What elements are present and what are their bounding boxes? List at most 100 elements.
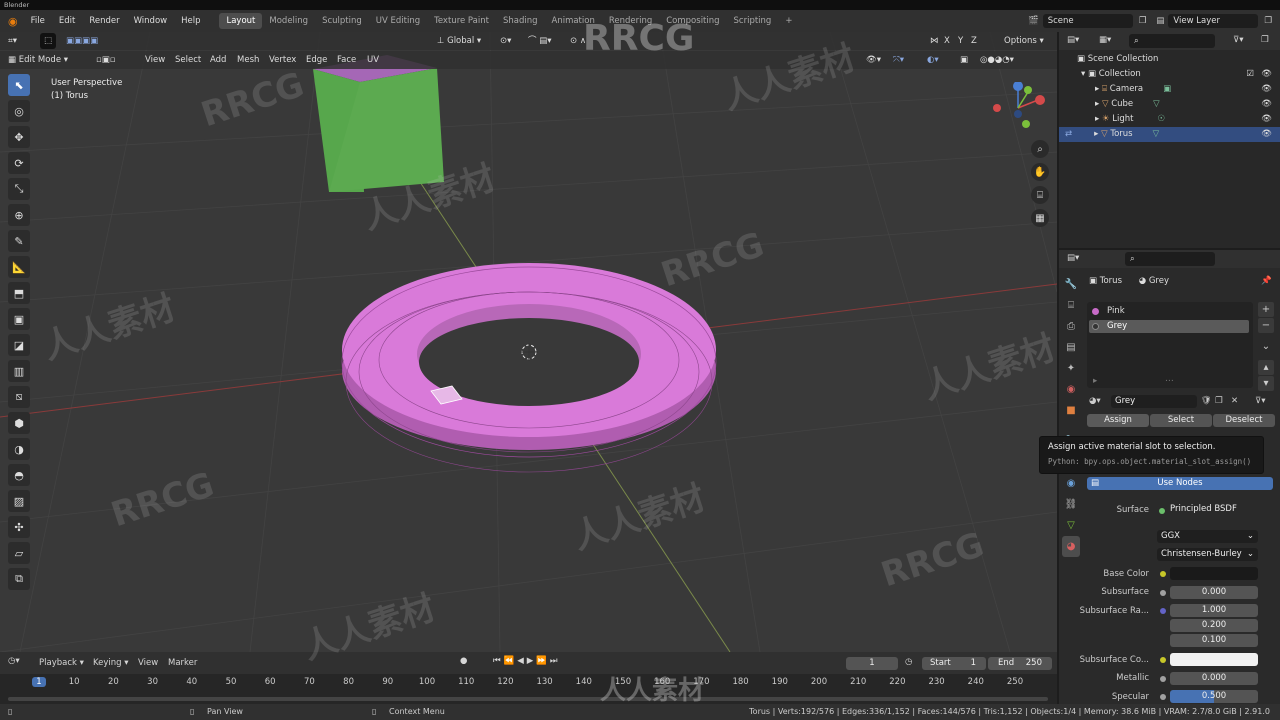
distribution-dropdown[interactable]: GGX ⌄ (1157, 530, 1258, 543)
assign-button[interactable]: Assign (1087, 414, 1149, 427)
scene-icon[interactable]: 🎬 (1024, 16, 1043, 26)
outliner-collection[interactable]: ▾ ▣ Collection ☑ 👁 (1059, 67, 1280, 82)
menu-window[interactable]: Window (127, 16, 175, 26)
metallic-field[interactable]: 0.000 (1170, 672, 1258, 685)
outliner-editor-icon[interactable]: ▤▾ (1067, 35, 1079, 45)
menu-render[interactable]: Render (82, 16, 126, 26)
outliner-scene-collection[interactable]: ▣ Scene Collection (1059, 52, 1280, 67)
shading-modes-icon[interactable]: ◎●◕◔▾ (980, 52, 1014, 68)
outliner-item-cube[interactable]: ▸ ▽ Cube ▽ 👁 (1059, 97, 1280, 112)
add-slot-button[interactable]: + (1258, 302, 1274, 317)
current-frame-field[interactable]: 1 (846, 657, 898, 670)
tab-modeling[interactable]: Modeling (262, 13, 315, 29)
options-dropdown[interactable]: Options ▾ (1004, 33, 1044, 49)
timeline-area[interactable]: 1 10 20 30 40 50 60 70 80 90 100 110 120 130 140 150 160… (0, 674, 1057, 704)
select-button[interactable]: Select (1150, 414, 1212, 427)
marker-menu[interactable]: Marker (168, 658, 197, 668)
orientation-selector[interactable]: ⊥ Global ▾ (437, 33, 481, 49)
material-slots-list[interactable]: Pink Grey ⋯ ▸ (1087, 302, 1253, 388)
mirror-y-toggle[interactable]: Y (958, 33, 963, 49)
subsurface-field[interactable]: 0.000 (1170, 586, 1258, 599)
menu-add[interactable]: Add (210, 52, 226, 68)
remove-slot-button[interactable]: − (1258, 318, 1274, 333)
scale-tool-icon[interactable]: ⤡ (8, 178, 30, 200)
outliner-item-torus[interactable]: ⇄ ▸ ▽ Torus ▽ 👁 (1059, 127, 1280, 142)
mirror-icon[interactable]: ⋈ (930, 33, 939, 49)
render-tab-icon[interactable]: ⌸ (1062, 295, 1080, 316)
material-tab-icon[interactable]: ◕ (1062, 536, 1080, 557)
slot-pink[interactable]: Pink (1089, 305, 1249, 318)
torus-mesh-icon[interactable]: ▽ (1133, 129, 1160, 139)
tab-texture-paint[interactable]: Texture Paint (427, 13, 496, 29)
torus-object[interactable] (341, 263, 717, 473)
menu-help[interactable]: Help (174, 16, 207, 26)
surface-shader-field[interactable]: Principled BSDF (1167, 503, 1257, 516)
world-tab-icon[interactable]: ◉ (1062, 379, 1080, 400)
visibility-icon[interactable]: 👁▾ (866, 52, 881, 68)
add-workspace-button[interactable]: + (778, 13, 799, 29)
material-name-field[interactable]: Grey (1111, 395, 1197, 408)
view-layer-icon[interactable]: ▤ (1152, 16, 1168, 26)
start-frame-field[interactable]: Start 1 (922, 657, 986, 670)
knife-tool-icon[interactable]: ⧅ (8, 386, 30, 408)
poly-build-tool-icon[interactable]: ⬢ (8, 412, 30, 434)
edge-slide-tool-icon[interactable]: ▨ (8, 490, 30, 512)
shrink-tool-icon[interactable]: ✣ (8, 516, 30, 538)
navigation-gizmo[interactable] (988, 81, 1048, 132)
properties-search-input[interactable]: ⌕ (1125, 252, 1215, 266)
specular-field[interactable]: 0.500 (1170, 690, 1258, 703)
slot-specials-icon[interactable]: ⌄ (1258, 339, 1274, 354)
scene-tab-icon[interactable]: ✦ (1062, 358, 1080, 379)
pan-hand-icon[interactable]: ✋ (1031, 163, 1049, 181)
select-tool-icon[interactable]: ⬉ (8, 74, 30, 96)
bevel-tool-icon[interactable]: ◪ (8, 334, 30, 356)
outliner-search-input[interactable]: ⌕ (1129, 34, 1215, 48)
view-layer-tab-icon[interactable]: ▤ (1062, 337, 1080, 358)
keying-menu[interactable]: Keying ▾ (93, 658, 129, 668)
tab-scripting[interactable]: Scripting (727, 13, 779, 29)
pin-icon[interactable]: 📌 (1261, 276, 1272, 286)
move-slot-up-button[interactable]: ▴ (1258, 360, 1274, 375)
menu-uv[interactable]: UV (367, 52, 379, 68)
timeline-scrollbar[interactable] (8, 697, 1048, 701)
move-tool-icon[interactable]: ✥ (8, 126, 30, 148)
camera-view-icon[interactable]: ⌸ (1031, 186, 1049, 204)
measure-tool-icon[interactable]: 📐 (8, 256, 30, 278)
list-resize-icon[interactable]: ⋯ (1165, 376, 1174, 386)
material-browse-icon[interactable]: ◕▾ (1089, 396, 1101, 406)
duplicate-material-icon[interactable]: ❐ (1215, 396, 1223, 406)
editor-type-icon[interactable]: ⌗▾ (8, 33, 17, 49)
menu-view[interactable]: View (145, 52, 165, 68)
zoom-icon[interactable]: ⌕ (1031, 140, 1049, 158)
menu-select[interactable]: Select (175, 52, 201, 68)
menu-face[interactable]: Face (337, 52, 356, 68)
menu-edge[interactable]: Edge (306, 52, 327, 68)
list-filter-icon[interactable]: ▸ (1093, 376, 1097, 386)
display-mode-icon[interactable]: ▦▾ (1099, 35, 1111, 45)
tab-uv-editing[interactable]: UV Editing (369, 13, 427, 29)
outliner-item-camera[interactable]: ▸ ⌸ Camera ▣ 👁 (1059, 82, 1280, 97)
move-slot-down-button[interactable]: ▾ (1258, 376, 1274, 391)
output-tab-icon[interactable]: ⎙ (1062, 316, 1080, 337)
mirror-x-toggle[interactable]: X (944, 33, 950, 49)
timeline-editor-icon[interactable]: ◷▾ (8, 656, 20, 666)
rip-tool-icon[interactable]: ⧉ (8, 568, 30, 590)
new-collection-icon[interactable]: ❐ (1261, 35, 1269, 45)
properties-editor-icon[interactable]: ▤▾ (1067, 253, 1079, 263)
rotate-tool-icon[interactable]: ⟳ (8, 152, 30, 174)
mode-selector[interactable]: ▦ Edit Mode ▾ (8, 52, 68, 68)
copy-scene-icon[interactable]: ❐ (1133, 16, 1153, 26)
menu-mesh[interactable]: Mesh (237, 52, 259, 68)
subsurface-radius-x[interactable]: 1.000 (1170, 604, 1258, 617)
blender-logo-icon[interactable]: ◉ (0, 15, 24, 28)
light-visibility-icon[interactable]: 👁 (1261, 112, 1272, 127)
time-icon[interactable]: ◷ (905, 657, 912, 667)
spin-tool-icon[interactable]: ◑ (8, 438, 30, 460)
light-data-icon[interactable]: ☉ (1134, 114, 1166, 124)
slot-grey[interactable]: Grey (1089, 320, 1249, 333)
deselect-button[interactable]: Deselect (1213, 414, 1275, 427)
snap-icon[interactable]: ⌒ ▤▾ (528, 33, 552, 49)
xray-icon[interactable]: ▣ (960, 52, 968, 68)
extrude-tool-icon[interactable]: ⬒ (8, 282, 30, 304)
end-frame-field[interactable]: End 250 (988, 657, 1052, 670)
